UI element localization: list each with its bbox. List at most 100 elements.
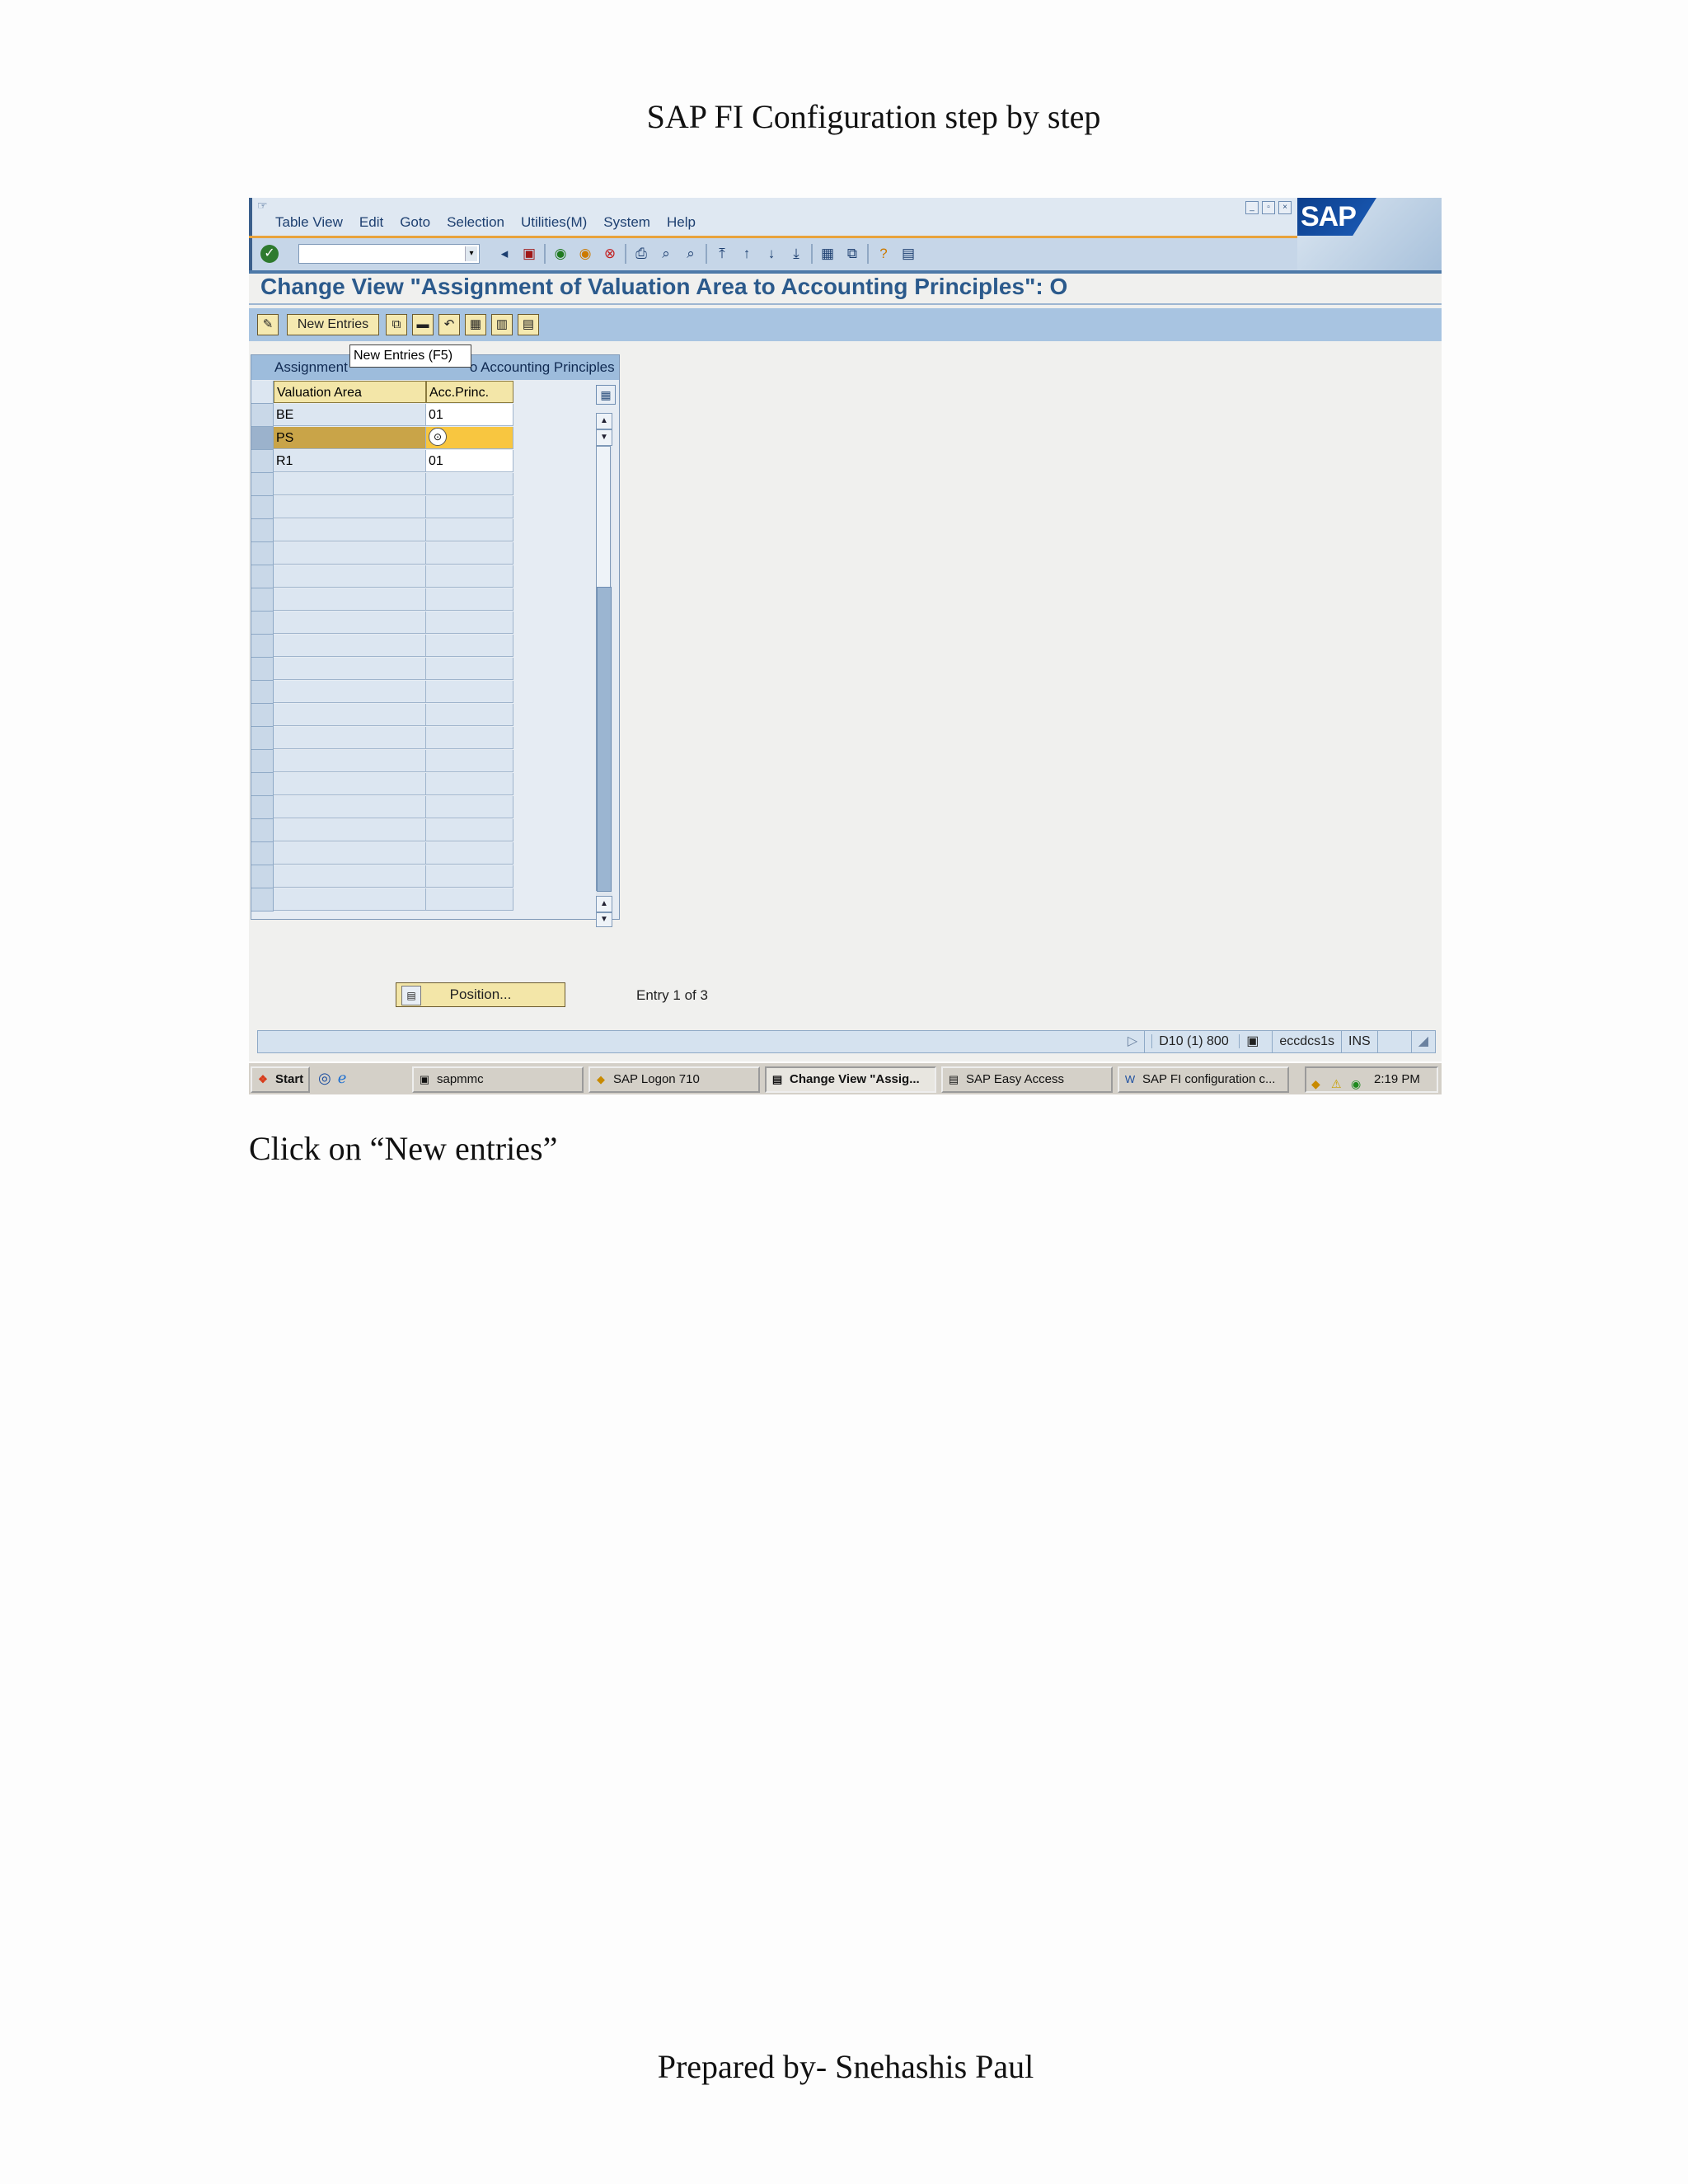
resize-grip-icon[interactable]: ◢ — [1410, 1031, 1435, 1052]
acc-princ-input[interactable] — [426, 727, 513, 749]
copy-as-icon[interactable]: ⧉ — [386, 314, 407, 335]
print-icon[interactable]: ⎙ — [631, 244, 651, 264]
acc-princ-input[interactable] — [426, 750, 513, 772]
valuation-area-input[interactable] — [274, 842, 426, 865]
acc-princ-field[interactable]: ⊙ — [426, 427, 513, 449]
row-selector[interactable] — [251, 842, 274, 865]
row-selector[interactable] — [251, 727, 274, 750]
new-entries-button[interactable]: New Entries — [287, 314, 379, 335]
valuation-area-input[interactable] — [274, 565, 426, 588]
tray-warning-icon[interactable]: ⚠ — [1331, 1072, 1342, 1094]
acc-princ-input[interactable] — [426, 588, 513, 611]
acc-princ-input[interactable] — [426, 796, 513, 818]
acc-princ-input[interactable] — [426, 819, 513, 841]
acc-princ-input[interactable] — [426, 842, 513, 865]
vertical-scrollbar[interactable]: ▲ ▼ ▲ ▼ — [596, 413, 612, 927]
acc-princ-input[interactable] — [426, 565, 513, 588]
back-arrow-icon[interactable]: ◂ — [495, 244, 514, 264]
restore-icon[interactable]: ▫ — [1262, 201, 1275, 214]
row-selector[interactable] — [251, 681, 274, 704]
taskbar-item-word-doc[interactable]: W SAP FI configuration c... — [1118, 1066, 1289, 1093]
column-header-valuation-area[interactable]: Valuation Area — [274, 381, 426, 403]
scroll-track[interactable] — [596, 446, 612, 892]
valuation-area-input[interactable] — [274, 681, 426, 703]
valuation-area-input[interactable] — [274, 612, 426, 634]
display-change-icon[interactable]: ✎ — [257, 314, 279, 335]
scroll-page-down-icon[interactable]: ▼ — [596, 912, 612, 927]
acc-princ-input[interactable] — [426, 865, 513, 888]
tray-network-icon[interactable]: ◉ — [1351, 1072, 1361, 1094]
scroll-down-icon[interactable]: ▲ — [596, 896, 612, 912]
row-selector[interactable] — [251, 473, 274, 496]
row-selector[interactable] — [251, 588, 274, 612]
status-expand-icon[interactable]: ▷ — [1121, 1031, 1144, 1052]
row-selector[interactable] — [251, 635, 274, 658]
status-mode[interactable]: INS — [1341, 1031, 1377, 1052]
acc-princ-input[interactable] — [426, 519, 513, 541]
row-selector[interactable] — [251, 819, 274, 842]
new-session-icon[interactable]: ▦ — [818, 244, 837, 264]
row-selector[interactable] — [251, 750, 274, 773]
row-selector[interactable] — [251, 773, 274, 796]
taskbar-item-easy-access[interactable]: ▤ SAP Easy Access — [941, 1066, 1113, 1093]
acc-princ-input[interactable] — [426, 473, 513, 495]
acc-princ-input[interactable] — [426, 658, 513, 680]
value-help-icon[interactable]: ⊙ — [429, 428, 447, 447]
acc-princ-input[interactable] — [426, 888, 513, 911]
start-button[interactable]: ❖ Start — [251, 1066, 310, 1093]
acc-princ-field[interactable]: 01 — [426, 404, 513, 426]
help-icon[interactable]: ? — [874, 244, 893, 264]
valuation-area-input[interactable] — [274, 519, 426, 541]
acc-princ-input[interactable] — [426, 542, 513, 565]
menu-table-view[interactable]: Table View — [275, 214, 343, 231]
scroll-thumb[interactable] — [597, 587, 612, 892]
valuation-area-input[interactable] — [274, 473, 426, 495]
find-next-icon[interactable]: ⌕ — [681, 244, 701, 264]
delete-icon[interactable]: ▬ — [412, 314, 434, 335]
valuation-area-input[interactable] — [274, 588, 426, 611]
valuation-area-input[interactable] — [274, 819, 426, 841]
menu-system[interactable]: System — [603, 214, 650, 231]
scroll-page-up-icon[interactable]: ▲ — [596, 413, 612, 429]
select-all-icon[interactable]: ▦ — [465, 314, 486, 335]
row-selector[interactable] — [251, 612, 274, 635]
valuation-area-input[interactable] — [274, 750, 426, 772]
row-selector[interactable] — [251, 404, 274, 427]
system-info-icon[interactable]: ▣ — [1239, 1034, 1266, 1048]
row-selector[interactable] — [251, 865, 274, 888]
tray-sap-icon[interactable]: ◆ — [1311, 1072, 1320, 1094]
taskbar-item-sapmmc[interactable]: ▣ sapmmc — [412, 1066, 584, 1093]
position-button[interactable]: ▤ Position... — [396, 982, 565, 1007]
find-icon[interactable]: ⌕ — [656, 244, 676, 264]
row-selector[interactable] — [251, 888, 274, 912]
row-selector[interactable] — [251, 427, 274, 450]
deselect-all-icon[interactable]: ▤ — [518, 314, 539, 335]
enter-icon[interactable]: ✓ — [260, 245, 279, 263]
row-selector[interactable] — [251, 796, 274, 819]
first-page-icon[interactable]: ⤒ — [712, 244, 732, 264]
valuation-area-input[interactable] — [274, 496, 426, 518]
valuation-area-input[interactable] — [274, 704, 426, 726]
valuation-area-input[interactable] — [274, 888, 426, 911]
menu-edit[interactable]: Edit — [359, 214, 383, 231]
menu-goto[interactable]: Goto — [400, 214, 430, 231]
minimize-icon[interactable]: _ — [1245, 201, 1259, 214]
scroll-up-icon[interactable]: ▼ — [596, 429, 612, 446]
shortcut-icon[interactable]: ⧉ — [842, 244, 862, 264]
menu-selection[interactable]: Selection — [447, 214, 504, 231]
internet-explorer-icon[interactable]: ℯ — [338, 1070, 347, 1087]
layout-menu-icon[interactable]: ▤ — [898, 244, 918, 264]
menu-utilities[interactable]: Utilities(M) — [521, 214, 587, 231]
valuation-area-input[interactable] — [274, 796, 426, 818]
exit-icon[interactable]: ◉ — [575, 244, 595, 264]
undo-change-icon[interactable]: ↶ — [438, 314, 460, 335]
next-page-icon[interactable]: ↓ — [762, 244, 781, 264]
taskbar-item-change-view[interactable]: ▤ Change View "Assig... — [765, 1066, 936, 1093]
row-selector[interactable] — [251, 450, 274, 473]
select-block-icon[interactable]: ▥ — [491, 314, 513, 335]
save-icon[interactable]: ▣ — [519, 244, 539, 264]
menu-entry-icon[interactable]: ☞ — [257, 199, 274, 211]
row-selector[interactable] — [251, 565, 274, 588]
valuation-area-input[interactable] — [274, 727, 426, 749]
cancel-icon[interactable]: ⊗ — [600, 244, 620, 264]
